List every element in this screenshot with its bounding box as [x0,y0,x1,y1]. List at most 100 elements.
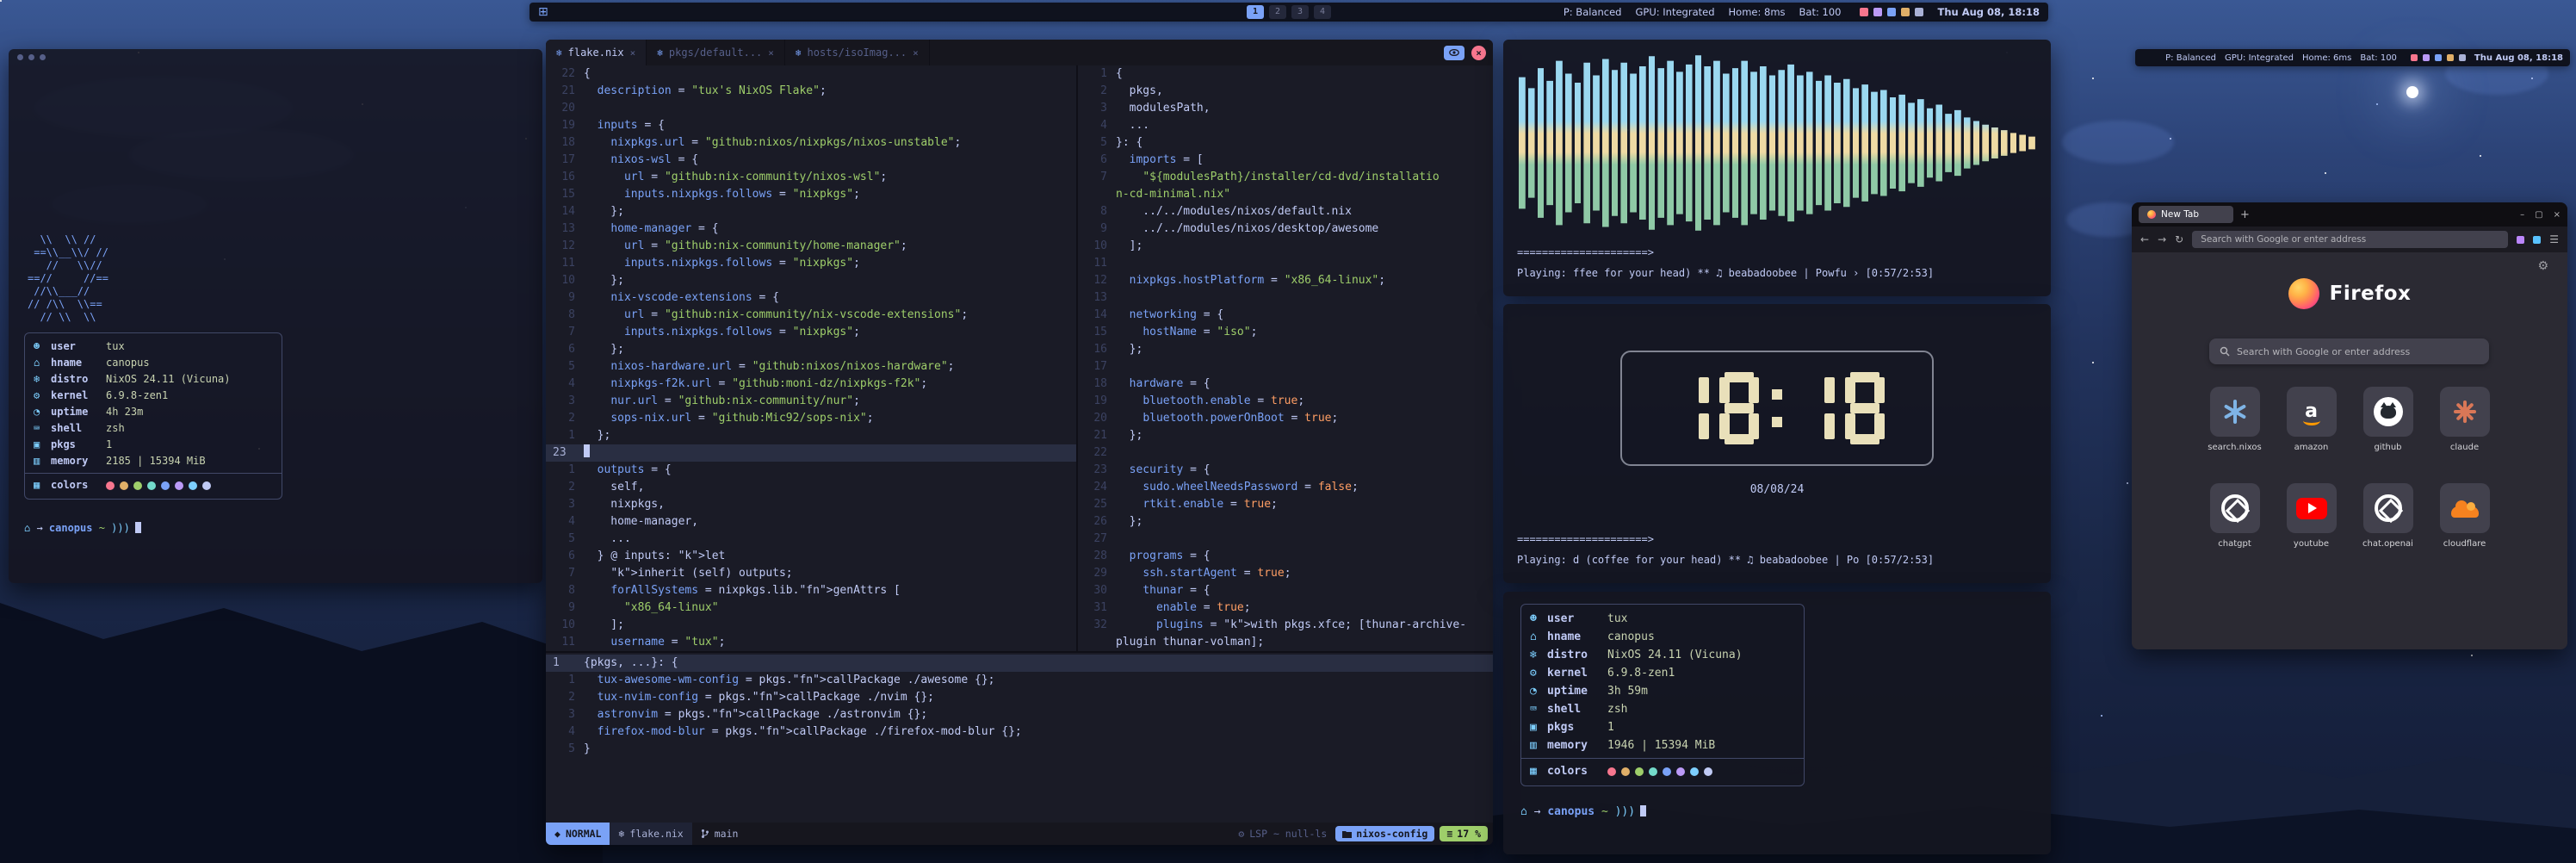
code-line: 1 }; [546,427,1076,444]
line-number: 3 [546,496,584,513]
editor-pane-flake[interactable]: 22{21 description = "tux's NixOS Flake";… [546,65,1076,651]
tray-icon[interactable] [1887,8,1896,16]
code-text [584,446,590,459]
extension-icon[interactable] [2517,236,2524,244]
bar-clock: Thu Aug 08, 18:18 [2474,53,2563,63]
url-bar[interactable]: Search with Google or enter address [2192,231,2508,248]
shortcut-claude[interactable]: claude [2426,387,2503,452]
close-all-button[interactable]: × [1471,46,1486,60]
window-button-icon[interactable] [40,54,46,60]
tray-icon[interactable] [2447,54,2454,61]
menu-icon[interactable]: ☰ [2549,233,2559,245]
tray-icon[interactable] [1860,8,1868,16]
line-number: 19 [546,117,584,134]
back-icon[interactable]: ← [2140,233,2149,245]
tray-icon[interactable] [1901,8,1910,16]
shortcut-chat.openai[interactable]: chat.openai [2350,483,2426,549]
minimize-icon[interactable]: – [2520,210,2524,220]
fetch-label: user [1547,610,1607,628]
workspace-1[interactable]: 1 [1247,5,1264,19]
visualizer-bar [1945,52,1952,234]
extension-icon[interactable] [2533,236,2541,244]
line-number: 20 [546,100,584,117]
shortcut-tile[interactable]: a [2287,387,2337,437]
code-line: 8 url = "github:nix-community/nix-vscode… [546,307,1076,324]
line-number: 6 [1078,152,1116,169]
shortcut-tile[interactable] [2440,387,2490,437]
shortcut-tile[interactable] [2363,387,2413,437]
code-text: plugin thunar-volman]; [1116,636,1264,649]
line-number: 9 [546,289,584,307]
pkgs-icon: ▣ [34,437,51,453]
visualizer-bar [1908,52,1915,234]
tab-flake.nix[interactable]: ❄flake.nix× [546,40,647,65]
shortcut-tile[interactable] [2440,483,2490,533]
fetch-label: uptime [1547,682,1607,700]
workspace-2[interactable]: 2 [1269,5,1286,19]
shortcut-amazon[interactable]: aamazon [2273,387,2350,452]
shortcut-tile[interactable] [2210,387,2260,437]
shortcut-youtube[interactable]: youtube [2273,483,2350,549]
eye-toggle-button[interactable] [1444,46,1464,60]
close-tab-icon[interactable]: × [768,47,774,59]
workspace-4[interactable]: 4 [1314,5,1331,19]
line-number: 7 [546,565,584,582]
shortcut-tile[interactable] [2363,483,2413,533]
visualizer-bar [1935,52,1942,234]
newtab-search-bar[interactable]: Search with Google or enter address [2209,338,2489,364]
code-text: programs = { [1116,549,1211,562]
home-icon: ⌂ [34,355,51,371]
tab-title: New Tab [2161,209,2199,220]
code-text: }; [1116,343,1142,356]
tray-icon[interactable] [2423,54,2430,61]
tray-icon[interactable] [1915,8,1923,16]
terminal-content[interactable]: \\ \\ // ==\\__\\/ // // \\// ==// //== … [9,65,542,539]
forward-icon[interactable]: → [2158,233,2166,245]
close-icon[interactable]: × [2554,210,2561,220]
launcher-grid-icon[interactable]: ⊞ [538,5,548,19]
shortcut-tile[interactable] [2287,483,2337,533]
workspace-3[interactable]: 3 [1291,5,1309,19]
personalize-gear-icon[interactable]: ⚙ [2537,259,2548,273]
code-text: nixpkgs, [584,498,665,511]
editor-pane-iso[interactable]: 1{2 pkgs,3 modulesPath,4 ...5}: {6 impor… [1078,65,1493,651]
tray-icon[interactable] [1873,8,1882,16]
tray-icon[interactable] [2411,54,2418,61]
visualizer-bar [1816,52,1823,234]
shortcut-search.nixos[interactable]: search.nixos [2196,387,2273,452]
fetch-row: ▣pkgs1 [1530,718,1795,736]
shortcut-chatgpt[interactable]: chatgpt [2196,483,2273,549]
tray-icon[interactable] [2435,54,2442,61]
shortcut-tile[interactable] [2210,483,2260,533]
window-button-icon[interactable] [17,54,23,60]
tab-hosts/isoImag...[interactable]: ❄hosts/isoImag...× [785,40,930,65]
close-tab-icon[interactable]: × [913,47,919,59]
terminal-titlebar[interactable] [9,49,542,65]
line-number: 23 [546,444,584,462]
new-tab-button[interactable]: + [2240,208,2250,221]
tray-icon[interactable] [2459,54,2466,61]
maximize-icon[interactable]: ▢ [2535,210,2542,220]
browser-tab[interactable]: New Tab [2139,206,2233,223]
palette-dot [1690,767,1699,776]
window-button-icon[interactable] [28,54,34,60]
line-number: 7 [1078,169,1116,186]
code-line: 31 enable = true; [1078,599,1493,617]
shortcut-github[interactable]: github [2350,387,2426,452]
shortcut-cloudflare[interactable]: cloudflare [2426,483,2503,549]
pkgs-icon: ▣ [1530,718,1547,736]
shell-prompt[interactable]: ⌂ → canopus ~ ))) [24,522,527,534]
terminal-content[interactable]: ☻usertux⌂hnamecanopus❄distroNixOS 24.11 … [1503,592,2051,830]
close-tab-icon[interactable]: × [630,47,636,59]
fetch-label: distro [51,371,106,388]
code-text: } @ inputs: "k">let [584,549,725,562]
code-line: 7 inputs.nixpkgs.follows = "nixpkgs"; [546,324,1076,341]
code-line: 9 "x86_64-linux" [546,599,1076,617]
tab-pkgs/default...[interactable]: ❄pkgs/default...× [647,40,785,65]
shell-prompt[interactable]: ⌂ → canopus ~ ))) [1520,805,2034,818]
editor-pane-pkgs[interactable]: 1{pkgs, ...}: {1 tux-awesome-wm-config =… [546,653,1493,823]
code-text: ../../modules/nixos/default.nix [1116,205,1352,218]
reload-icon[interactable]: ↻ [2175,233,2183,245]
visualizer-bar [1898,52,1905,234]
status-item: Home: 6ms [2302,53,2351,63]
